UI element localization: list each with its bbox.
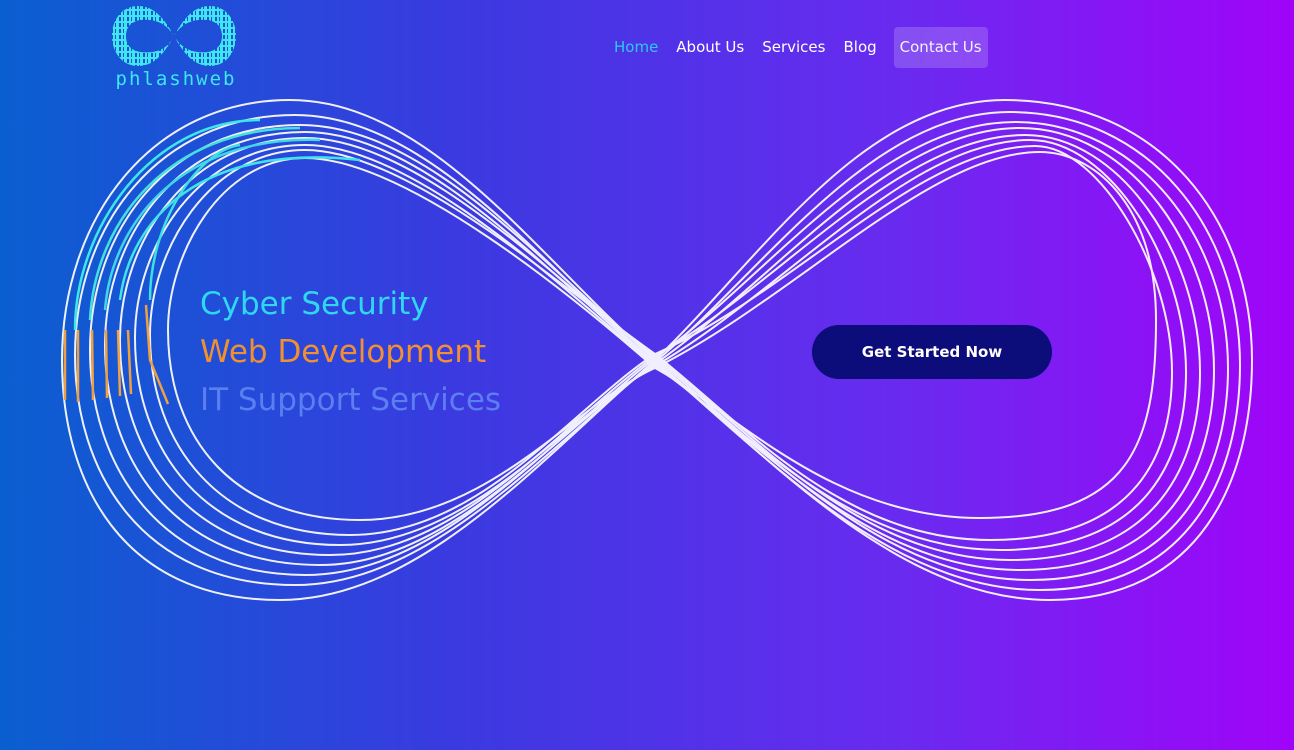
hero-line-it-support: IT Support Services: [200, 382, 502, 418]
nav-blog[interactable]: Blog: [834, 27, 885, 68]
brand-name: phlashweb: [115, 68, 237, 90]
contact-us-button[interactable]: Contact Us: [893, 27, 988, 68]
nav-about-us[interactable]: About Us: [667, 27, 753, 68]
nav-home[interactable]: Home: [605, 27, 667, 68]
hero-line-web-development: Web Development: [200, 334, 487, 370]
hero-line-cyber-security: Cyber Security: [200, 286, 429, 322]
main-nav: Home About Us Services Blog Contact Us: [605, 27, 988, 68]
infinity-binary-logo-icon: [112, 6, 236, 66]
get-started-button[interactable]: Get Started Now: [812, 325, 1052, 379]
nav-services[interactable]: Services: [753, 27, 834, 68]
infinity-loops-graphic: [60, 98, 1254, 602]
logo[interactable]: phlashweb: [98, 4, 254, 96]
